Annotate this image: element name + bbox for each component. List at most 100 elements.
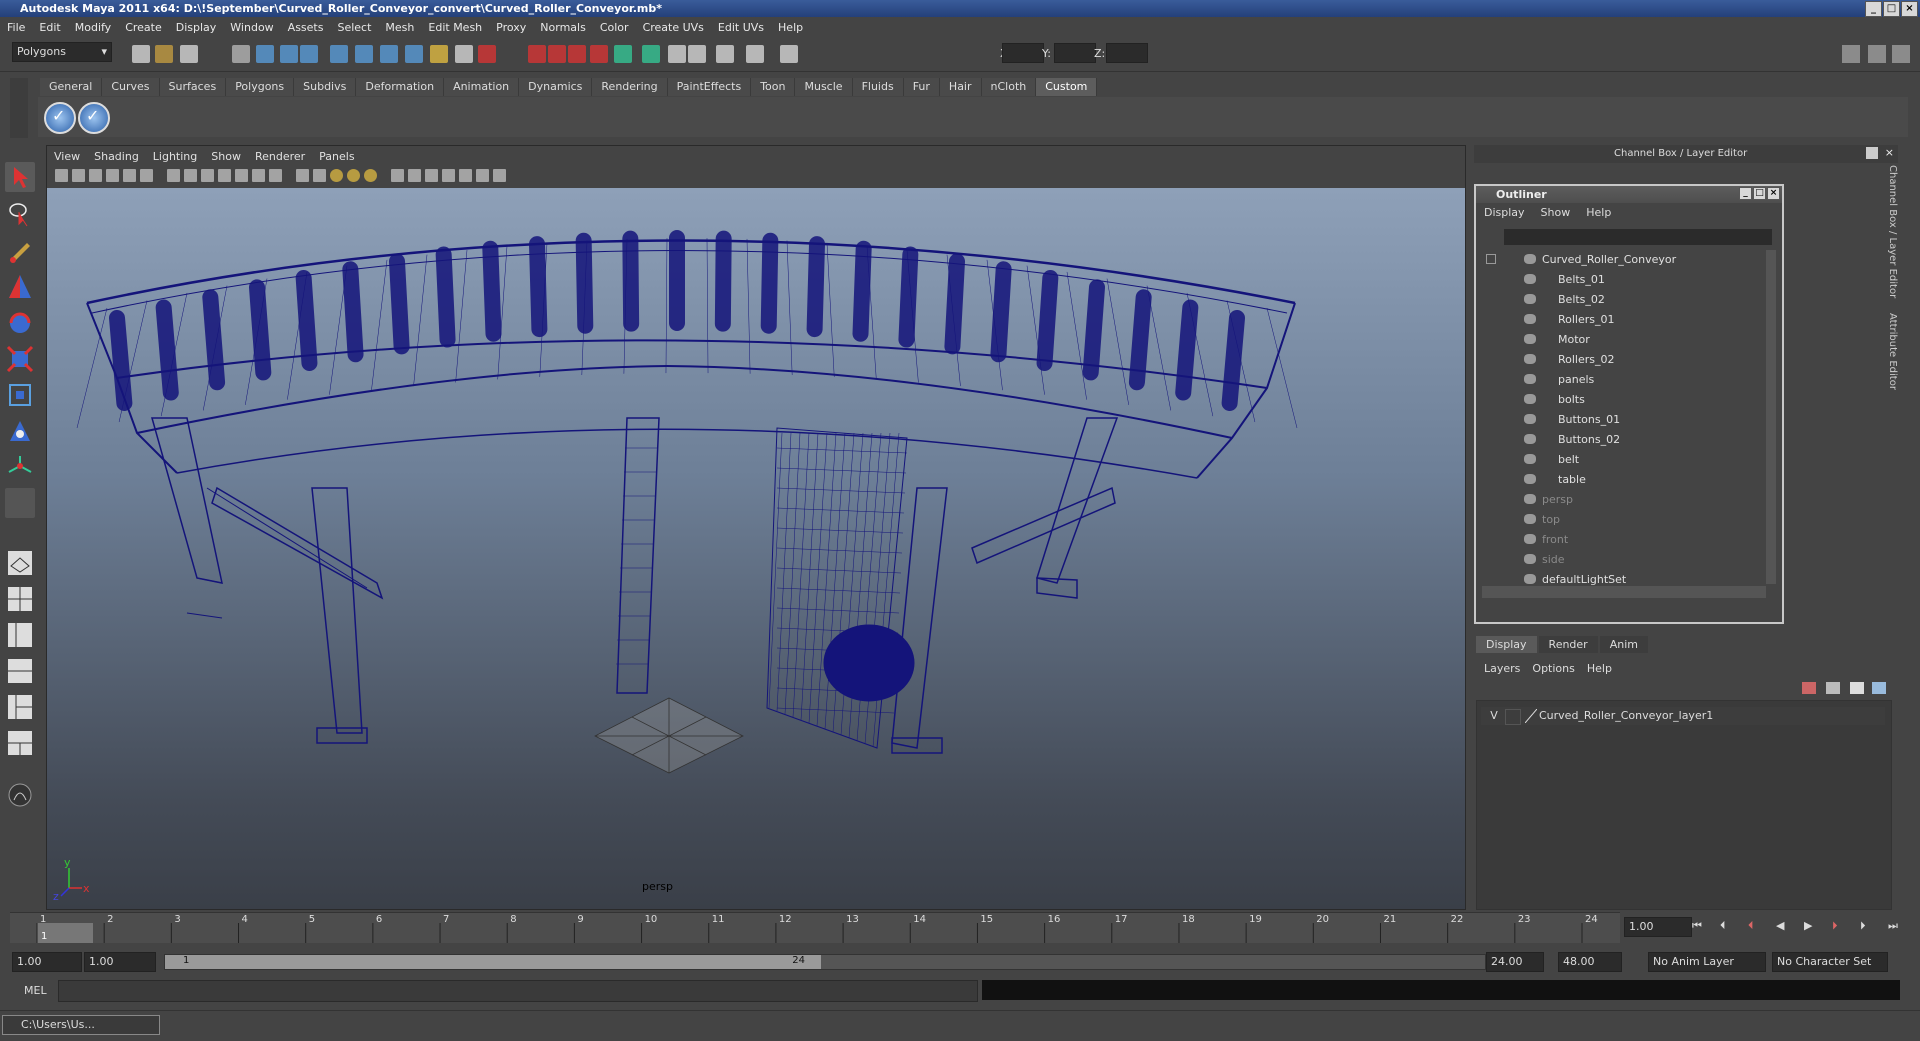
current-time-field[interactable]: 1.00: [1624, 917, 1692, 937]
layer-row[interactable]: V Curved_Roller_Conveyor_layer1: [1481, 707, 1885, 725]
viewport-tool-icon[interactable]: [408, 169, 421, 182]
viewport-tool-icon[interactable]: [493, 169, 506, 182]
range-slider-handle[interactable]: 1 24: [165, 955, 821, 969]
checkmark-shelf-button-1[interactable]: ✓: [44, 102, 76, 134]
status-line-tool-icon[interactable]: [380, 45, 398, 63]
menu-edit-mesh[interactable]: Edit Mesh: [421, 21, 489, 34]
play-backwards-icon[interactable]: ◀: [1776, 919, 1784, 932]
viewport-menu-lighting[interactable]: Lighting: [146, 150, 204, 163]
viewport-tool-icon[interactable]: [347, 169, 360, 182]
single-perspective-layout-button[interactable]: [5, 548, 35, 578]
viewport-tool-icon[interactable]: [218, 169, 231, 182]
menu-proxy[interactable]: Proxy: [489, 21, 533, 34]
viewport-tool-icon[interactable]: [184, 169, 197, 182]
time-slider[interactable]: 1 2 3 4 5 6 7 8 9 10 11 12 13 14 15 16 17 18 19 20 21 22 23 24 1: [10, 912, 1620, 943]
panel-toggle-icon[interactable]: [1892, 45, 1910, 63]
viewport-tool-icon[interactable]: [167, 169, 180, 182]
shelf-tab-dynamics[interactable]: Dynamics: [519, 78, 593, 96]
perspective-viewport[interactable]: View Shading Lighting Show Renderer Panels pe…: [46, 145, 1466, 910]
show-manipulator-button[interactable]: [5, 452, 35, 482]
graph-layout-button[interactable]: [5, 728, 35, 758]
status-line-tool-icon[interactable]: [300, 45, 318, 63]
shelf-tab-rendering[interactable]: Rendering: [592, 78, 668, 96]
menuset-dropdown[interactable]: Polygons ▾: [12, 42, 112, 62]
playback-end-field[interactable]: 24.00: [1486, 952, 1544, 972]
outliner-menu-show[interactable]: Show: [1533, 206, 1579, 219]
layer-color-icon[interactable]: [1524, 708, 1538, 724]
taskbar-window-item[interactable]: C:\Users\Us...: [2, 1015, 160, 1035]
y-input[interactable]: [1054, 43, 1096, 63]
layer-options-icon[interactable]: [1872, 682, 1886, 694]
lasso-tool-button[interactable]: [5, 198, 35, 228]
outliner-titlebar[interactable]: Outliner _ □ ×: [1476, 186, 1782, 203]
layer-tab-render[interactable]: Render: [1538, 636, 1598, 653]
layer-type-toggle[interactable]: [1505, 709, 1521, 725]
status-line-tool-icon[interactable]: [642, 45, 660, 63]
menu-edit[interactable]: Edit: [32, 21, 67, 34]
collapse-icon[interactable]: [1486, 254, 1496, 264]
viewport-tool-icon[interactable]: [55, 169, 68, 182]
status-line-tool-icon[interactable]: [688, 45, 706, 63]
outliner-horizontal-scrollbar[interactable]: [1482, 586, 1766, 598]
viewport-menu-renderer[interactable]: Renderer: [248, 150, 312, 163]
viewport-tool-icon[interactable]: [123, 169, 136, 182]
minimize-button[interactable]: _: [1865, 1, 1882, 17]
status-line-tool-icon[interactable]: [355, 45, 373, 63]
outliner-maximize-button[interactable]: □: [1753, 187, 1766, 200]
hypershade-layout-button[interactable]: [5, 692, 35, 722]
select-tool-button[interactable]: [5, 162, 35, 192]
layer-menu-help[interactable]: Help: [1583, 662, 1620, 675]
outliner-item-motor[interactable]: Motor: [1482, 332, 1764, 348]
outliner-item-buttons_01[interactable]: Buttons_01: [1482, 412, 1764, 428]
status-line-tool-icon[interactable]: [780, 45, 798, 63]
soft-modification-button[interactable]: [5, 416, 35, 446]
shelf-tab-surfaces[interactable]: Surfaces: [159, 78, 227, 96]
menu-modify[interactable]: Modify: [68, 21, 118, 34]
status-line-tool-icon[interactable]: [716, 45, 734, 63]
status-line-tool-icon[interactable]: [614, 45, 632, 63]
go-to-end-icon[interactable]: ⏭: [1888, 919, 1898, 933]
shelf-tab-curves[interactable]: Curves: [102, 78, 160, 96]
status-line-tool-icon[interactable]: [330, 45, 348, 63]
outliner-item-camera-top[interactable]: top: [1482, 512, 1764, 528]
menu-window[interactable]: Window: [223, 21, 280, 34]
step-forward-icon[interactable]: ⏵: [1860, 919, 1866, 933]
outliner-item-bolts[interactable]: bolts: [1482, 392, 1764, 408]
step-back-icon[interactable]: ⏴: [1720, 919, 1726, 933]
viewport-tool-icon[interactable]: [313, 169, 326, 182]
new-layer-icon[interactable]: [1802, 682, 1816, 694]
layer-from-selection-icon[interactable]: [1850, 682, 1864, 694]
viewport-menu-view[interactable]: View: [47, 150, 87, 163]
status-line-tool-icon[interactable]: [590, 45, 608, 63]
playback-start-field[interactable]: 1.00: [84, 952, 156, 972]
scale-tool-button[interactable]: [5, 344, 35, 374]
checkmark-shelf-button-2[interactable]: ✓: [78, 102, 110, 134]
outliner-item-panels[interactable]: panels: [1482, 372, 1764, 388]
close-button[interactable]: ×: [1901, 1, 1918, 17]
outliner-menu-display[interactable]: Display: [1476, 206, 1533, 219]
viewport-tool-icon[interactable]: [89, 169, 102, 182]
paint-select-tool-button[interactable]: [5, 236, 35, 266]
outliner-item-camera-front[interactable]: front: [1482, 532, 1764, 548]
range-slider[interactable]: 1 24: [164, 954, 1486, 970]
persp-outliner-layout-button[interactable]: [5, 620, 35, 650]
viewport-tool-icon[interactable]: [252, 169, 265, 182]
outliner-item-camera-persp[interactable]: persp: [1482, 492, 1764, 508]
panel-toggle-icon[interactable]: [1868, 45, 1886, 63]
shelf-tab-toon[interactable]: Toon: [751, 78, 796, 96]
viewport-menu-panels[interactable]: Panels: [312, 150, 361, 163]
status-line-tool-icon[interactable]: [568, 45, 586, 63]
menu-create-uvs[interactable]: Create UVs: [636, 21, 711, 34]
status-line-tool-icon[interactable]: [180, 45, 198, 63]
channel-box-side-tab[interactable]: Channel Box / Layer Editor: [1887, 165, 1898, 298]
viewport-tool-icon[interactable]: [330, 169, 343, 182]
viewport-tool-icon[interactable]: [106, 169, 119, 182]
attribute-editor-side-tab[interactable]: Attribute Editor: [1887, 313, 1898, 390]
move-tool-button[interactable]: [5, 272, 35, 302]
panel-toggle-icon[interactable]: [1842, 45, 1860, 63]
layer-visibility-toggle[interactable]: V: [1487, 709, 1501, 723]
menu-select[interactable]: Select: [330, 21, 378, 34]
character-set-dropdown[interactable]: No Character Set: [1772, 952, 1888, 972]
shelf-handle[interactable]: [10, 78, 28, 138]
four-view-layout-button[interactable]: [5, 584, 35, 614]
